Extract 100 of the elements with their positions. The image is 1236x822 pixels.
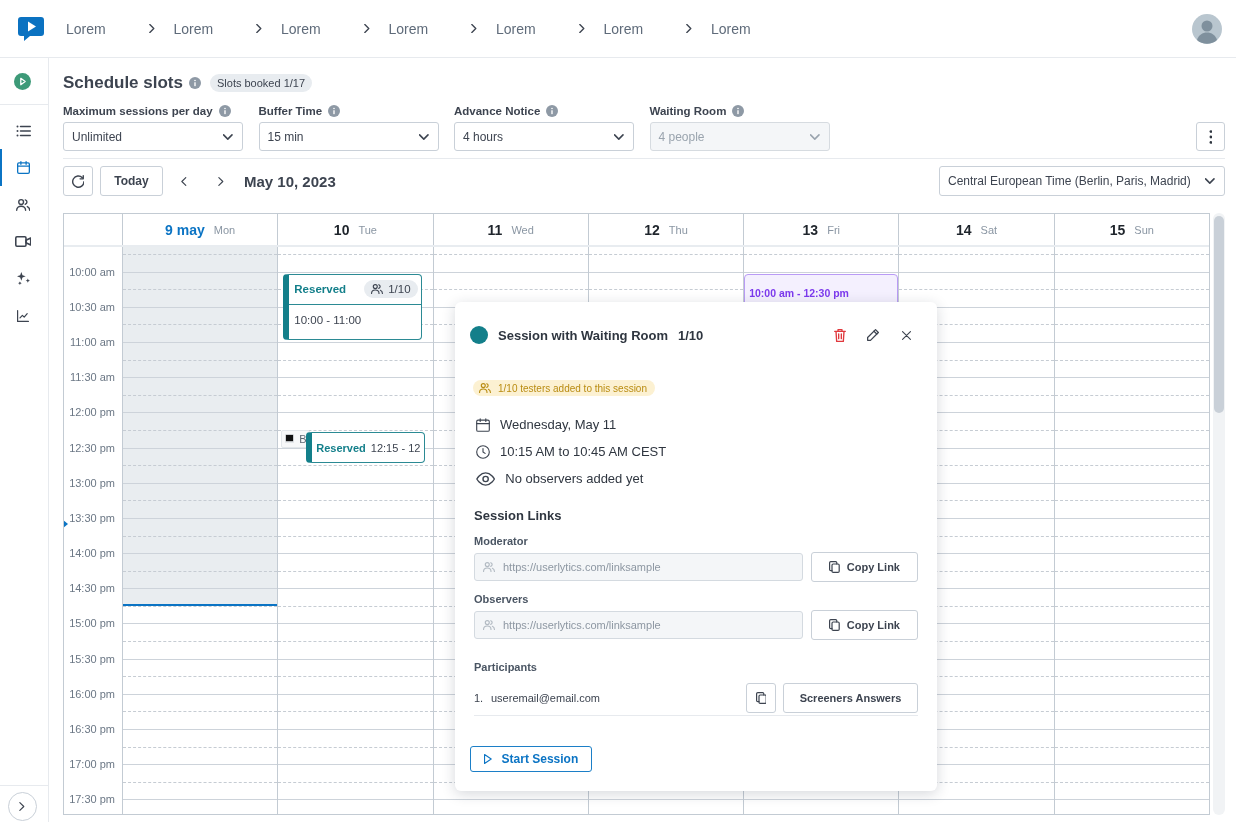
chevron-right-icon: [363, 24, 370, 33]
breadcrumb-link[interactable]: Lorem: [66, 20, 106, 37]
chevron-left-icon: [181, 176, 187, 186]
breadcrumb-link[interactable]: Lorem: [711, 20, 751, 37]
dropdown[interactable]: 15 min: [258, 122, 439, 151]
time-label: 15:30 pm: [69, 651, 115, 667]
info-icon[interactable]: [732, 105, 745, 117]
time-label: 12:30 pm: [69, 440, 115, 456]
event-time: 10:00 - 11:00: [293, 312, 363, 326]
field-label: Advance Notice: [454, 105, 541, 117]
time-label: 15:00 pm: [69, 616, 115, 632]
weekday-label: Fri: [827, 223, 840, 236]
screeners-answers-button[interactable]: Screeners Answers: [783, 683, 918, 713]
line-chart-icon: [17, 309, 29, 322]
more-options-button[interactable]: [1196, 122, 1225, 151]
breadcrumb-link[interactable]: Lorem: [603, 20, 644, 37]
busy-event-chip[interactable]: B: [281, 430, 310, 448]
breadcrumb-link[interactable]: Lorem: [173, 20, 214, 37]
chevron-right-icon: [148, 24, 155, 33]
time-label: 10:30 am: [69, 299, 115, 315]
reserved-event-card[interactable]: Reserved 1/10 10:00 - 11:00: [283, 273, 422, 340]
time-label: 13:30 pm: [69, 510, 115, 526]
current-date: May 10, 2023: [244, 172, 336, 190]
breadcrumb-link[interactable]: Lorem: [388, 20, 429, 37]
copy-icon: [829, 619, 840, 631]
time-label: 16:30 pm: [69, 722, 115, 738]
user-avatar[interactable]: [1192, 13, 1222, 44]
time-label: 16:00 pm: [69, 686, 115, 702]
event-time: 12:15 - 12: [370, 441, 421, 454]
day-date: 12: [644, 221, 660, 238]
people-icon: [15, 198, 31, 211]
copy-icon: [755, 692, 767, 704]
dropdown[interactable]: Unlimited: [63, 122, 243, 151]
play-circle-icon[interactable]: [13, 72, 31, 90]
people-icon: [479, 383, 491, 393]
list-icon: [15, 124, 31, 137]
day-date: 11: [487, 221, 503, 238]
section-heading: Session Links: [474, 508, 563, 524]
time-label: 10:00 am: [69, 264, 115, 280]
info-icon[interactable]: [546, 105, 559, 117]
info-icon[interactable]: [189, 77, 201, 89]
video-camera-icon: [14, 236, 32, 247]
notice-text: 1/10 testers added to this session: [498, 382, 647, 394]
info-icon[interactable]: [218, 105, 231, 117]
chevron-right-icon: [218, 176, 224, 186]
chevron-right-icon: [686, 24, 692, 33]
chevron-down-icon: [1205, 178, 1215, 184]
day-date: 14: [956, 221, 972, 238]
chevron-right-icon: [256, 24, 262, 33]
copy-button[interactable]: [746, 683, 776, 713]
reserved-event-card[interactable]: Reserved 12:15 - 12: [306, 432, 425, 463]
start-session-button[interactable]: Start Session: [470, 746, 592, 772]
event-title: Reserved: [294, 283, 347, 296]
participant-email: useremail@email.com: [491, 692, 600, 704]
page-title: Schedule slots: [63, 73, 183, 93]
field-label: Waiting Room: [649, 105, 727, 117]
chevron-right-icon: [471, 24, 477, 33]
close-icon: [901, 330, 911, 340]
weekday-label: Wed: [511, 223, 534, 236]
today-button[interactable]: Today: [100, 166, 163, 196]
weekday-label: Tue: [358, 223, 377, 236]
slots-booked-badge: Slots booked 1/17: [210, 74, 313, 92]
eye-icon: [476, 471, 496, 486]
chevron-right-icon: [19, 802, 25, 811]
time-label: 14:00 pm: [69, 546, 115, 562]
field-label: Maximum sessions per day: [63, 105, 213, 117]
time-marker-icon: [64, 520, 68, 528]
copy-icon: [829, 561, 840, 573]
session-dot-icon: [470, 326, 488, 344]
field-label: Participants: [474, 660, 538, 674]
info-icon[interactable]: [328, 105, 341, 117]
time-label: 17:00 pm: [69, 757, 115, 773]
calendar-icon: [16, 161, 30, 174]
breadcrumb-link[interactable]: Lorem: [496, 20, 536, 37]
sparkles-icon: [16, 272, 30, 285]
weekday-label: Mon: [213, 223, 236, 236]
play-icon: [483, 754, 492, 764]
time-label: 13:00 pm: [69, 475, 115, 491]
chevron-down-icon: [809, 133, 820, 140]
timezone-dropdown[interactable]: Central European Time (Berlin, Paris, Madrid): [939, 166, 1225, 196]
event-title: Reserved: [316, 441, 366, 454]
scrollbar[interactable]: [1213, 213, 1225, 815]
dropdown[interactable]: 4 hours: [454, 122, 634, 151]
logo-icon[interactable]: [18, 16, 44, 41]
day-date: 10: [333, 221, 350, 238]
session-count: 1/10: [677, 327, 704, 343]
scrollbar-thumb[interactable]: [1214, 216, 1224, 413]
detail-text: Wednesday, May 11: [500, 417, 617, 432]
refresh-button[interactable]: [63, 166, 93, 196]
people-icon: [371, 284, 384, 295]
day-date: 15: [1109, 221, 1126, 238]
calendar-icon: [476, 417, 490, 432]
day-date: 13: [802, 221, 819, 238]
field-label: Observers: [474, 592, 530, 606]
clock-icon: [476, 444, 490, 459]
people-icon: [483, 620, 495, 630]
time-label: 12:00 pm: [69, 405, 115, 421]
time-label: 14:30 pm: [69, 581, 115, 597]
chevron-down-icon: [418, 133, 429, 140]
breadcrumb-link[interactable]: Lorem: [281, 20, 321, 37]
